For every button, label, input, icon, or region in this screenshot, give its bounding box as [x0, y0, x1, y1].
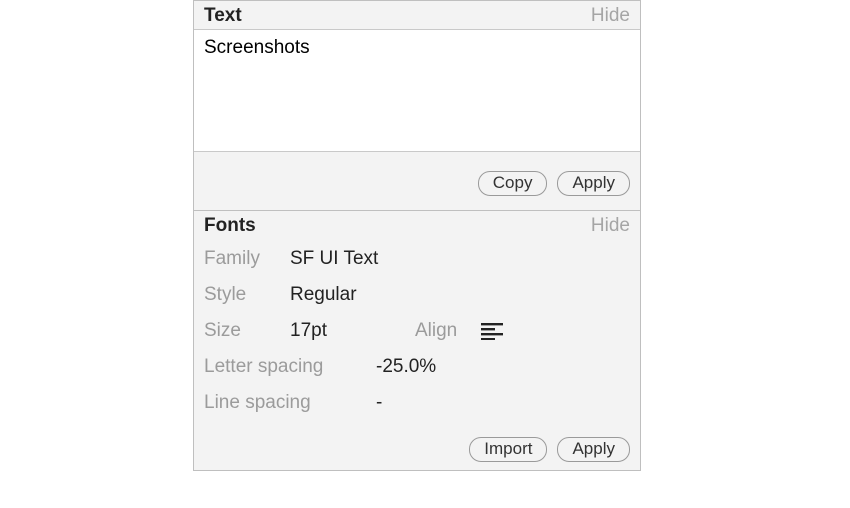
import-button[interactable]: Import [469, 437, 547, 462]
text-section-header: Text Hide [194, 1, 640, 29]
font-style-row: Style Regular [204, 277, 630, 313]
font-family-value[interactable]: SF UI Text [290, 248, 378, 270]
line-spacing-value[interactable]: - [376, 392, 382, 414]
text-apply-button[interactable]: Apply [557, 171, 630, 196]
text-button-row: Copy Apply [194, 157, 640, 211]
font-family-row: Family SF UI Text [204, 241, 630, 277]
fonts-apply-button[interactable]: Apply [557, 437, 630, 462]
font-family-label: Family [204, 248, 290, 270]
align-label: Align [415, 320, 457, 342]
letter-spacing-label: Letter spacing [204, 356, 376, 378]
align-left-icon[interactable] [481, 322, 503, 340]
line-spacing-row: Line spacing - [204, 385, 630, 421]
line-spacing-label: Line spacing [204, 392, 376, 414]
text-hide-toggle[interactable]: Hide [591, 5, 630, 27]
letter-spacing-value[interactable]: -25.0% [376, 356, 436, 378]
inspector-panel: Text Hide Copy Apply Fonts Hide Family S… [193, 0, 641, 471]
font-size-label: Size [204, 320, 290, 342]
font-size-value[interactable]: 17pt [290, 320, 327, 342]
font-style-value[interactable]: Regular [290, 284, 357, 306]
fonts-section-title: Fonts [204, 215, 256, 237]
letter-spacing-row: Letter spacing -25.0% [204, 349, 630, 385]
text-section-title: Text [204, 5, 242, 27]
font-style-label: Style [204, 284, 290, 306]
font-size-row: Size 17pt Align [204, 313, 630, 349]
fonts-section-header: Fonts Hide [194, 211, 640, 239]
copy-button[interactable]: Copy [478, 171, 548, 196]
fonts-button-row: Import Apply [194, 427, 640, 470]
fonts-body: Family SF UI Text Style Regular Size 17p… [194, 239, 640, 427]
text-input-wrap [194, 29, 640, 157]
text-input[interactable] [194, 29, 640, 152]
fonts-hide-toggle[interactable]: Hide [591, 215, 630, 237]
